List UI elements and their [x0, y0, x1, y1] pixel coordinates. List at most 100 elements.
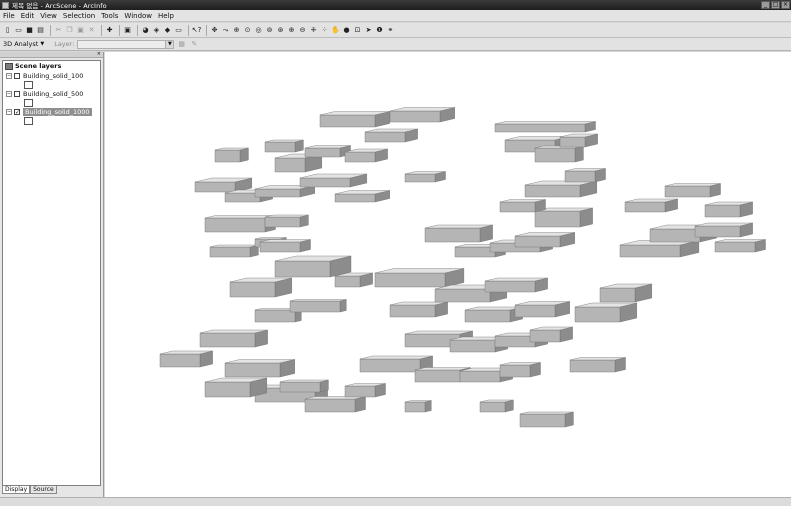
copy-icon[interactable]: ❐ — [65, 26, 74, 35]
building-block — [484, 280, 536, 293]
toc-header: × — [0, 51, 103, 58]
open-icon[interactable]: ▭ — [14, 26, 23, 35]
building-block — [279, 381, 321, 393]
table-of-contents: × Scene layers − Building_solid_100 − Bu… — [0, 51, 104, 497]
print-icon[interactable]: ▤ — [36, 26, 45, 35]
building-block — [704, 204, 741, 218]
building-block — [304, 147, 341, 158]
identify-icon[interactable]: ❶ — [375, 26, 384, 35]
building-block — [464, 309, 511, 323]
building-block — [524, 184, 581, 198]
menu-help[interactable]: Help — [158, 12, 174, 20]
toolbar-separator — [206, 24, 207, 36]
layer-row-building-solid-500[interactable]: − Building_solid_500 — [6, 89, 83, 98]
globe-extent-icon[interactable]: ● — [342, 26, 351, 35]
select-elements-icon[interactable]: ⊡ — [353, 26, 362, 35]
menu-file[interactable]: File — [3, 12, 15, 20]
zoom-in-icon[interactable]: ⊕ — [287, 26, 296, 35]
scene-properties-icon[interactable]: ▣ — [123, 26, 132, 35]
menu-edit[interactable]: Edit — [21, 12, 35, 20]
fly-icon[interactable]: ⤳ — [221, 26, 230, 35]
maximize-button[interactable]: □ — [771, 1, 780, 9]
navigate-icon[interactable]: ✥ — [210, 26, 219, 35]
whats-this-icon[interactable]: ↖? — [192, 26, 202, 35]
zoom-to-target-icon[interactable]: ⊛ — [276, 26, 285, 35]
center-target-icon[interactable]: ⊚ — [265, 26, 274, 35]
arcscene-app-icon — [2, 1, 9, 9]
animation-icon[interactable]: ◆ — [163, 26, 172, 35]
main-toolbar: ▯ ▭ ■ ▤ ✂ ❐ ▣ ✕ ✚ ▣ ◕ ◈ ◆ ▭ ↖? ✥ ⤳ ⊕ ⊙ ◎… — [0, 23, 791, 38]
full-extent-icon[interactable]: ⁘ — [320, 26, 329, 35]
close-button[interactable]: × — [781, 1, 790, 9]
cut-icon[interactable]: ✂ — [54, 26, 63, 35]
building-block — [424, 400, 432, 413]
window-title: 제목 없음 - ArcScene - ArcInfo — [12, 2, 107, 10]
title-bar: 제목 없음 - ArcScene - ArcInfo _ □ × — [0, 0, 791, 10]
close-icon[interactable]: × — [97, 51, 101, 57]
menu-selection[interactable]: Selection — [63, 12, 95, 20]
layer-row-building-solid-100[interactable]: − Building_solid_100 — [6, 71, 83, 80]
3d-analyst-menu[interactable]: 3D Analyst ▼ — [3, 40, 44, 48]
add-data-icon[interactable]: ✚ — [105, 26, 114, 35]
layer-icon[interactable]: ◈ — [152, 26, 161, 35]
toc-tree: Scene layers − Building_solid_100 − Buil… — [2, 60, 101, 486]
set-observer-icon[interactable]: ◎ — [254, 26, 263, 35]
layer-dropdown[interactable]: ▼ — [77, 39, 175, 49]
expand-icon[interactable]: − — [6, 108, 12, 115]
building-block — [564, 411, 574, 428]
minimize-button[interactable]: _ — [761, 1, 770, 9]
new-icon[interactable]: ▯ — [3, 26, 12, 35]
symbol-swatch[interactable] — [24, 117, 33, 125]
building-block — [194, 181, 236, 193]
building-block — [579, 207, 593, 228]
expand-icon[interactable]: − — [6, 72, 12, 79]
building-block — [574, 145, 584, 163]
paste-icon[interactable]: ▣ — [76, 26, 85, 35]
symbol-swatch[interactable] — [24, 99, 33, 107]
contour-icon[interactable]: ▦ — [178, 40, 187, 49]
building-block — [534, 210, 581, 228]
building-block — [229, 281, 276, 298]
building-block — [414, 369, 461, 383]
zoom-out-icon[interactable]: ⊖ — [298, 26, 307, 35]
globe-icon[interactable]: ◕ — [141, 26, 150, 35]
building-block — [359, 358, 421, 373]
building-block — [274, 157, 306, 173]
zoom-in-out-icon[interactable]: ⁜ — [309, 26, 318, 35]
menu-view[interactable]: View — [40, 12, 57, 20]
layer-visibility-checkbox-checked[interactable]: ✓ — [14, 108, 20, 115]
menu-tools[interactable]: Tools — [101, 12, 118, 20]
building-block — [569, 357, 626, 361]
building-block — [619, 244, 681, 258]
building-block — [499, 364, 531, 378]
zoom-window-icon[interactable]: ▭ — [174, 26, 183, 35]
building-block — [499, 201, 536, 213]
find-icon[interactable]: ⚭ — [386, 26, 395, 35]
building-block — [304, 398, 356, 413]
zoom-target-icon[interactable]: ⊙ — [243, 26, 252, 35]
target-center-icon[interactable]: ⊕ — [232, 26, 241, 35]
building-block — [209, 244, 259, 248]
steepest-path-icon[interactable]: ✎ — [191, 40, 200, 49]
toolbar-separator — [50, 24, 51, 36]
building-block — [559, 136, 586, 148]
expand-icon[interactable]: − — [6, 90, 12, 97]
building-block — [434, 288, 491, 303]
tab-display[interactable]: Display — [2, 486, 31, 494]
delete-icon[interactable]: ✕ — [87, 26, 96, 35]
building-block — [424, 224, 493, 229]
tab-source[interactable]: Source — [30, 486, 57, 494]
layer-visibility-checkbox[interactable] — [14, 72, 20, 79]
scene-view[interactable] — [105, 52, 791, 497]
layer-visibility-checkbox[interactable] — [14, 90, 20, 97]
symbol-swatch[interactable] — [24, 81, 33, 89]
select-features-icon[interactable]: ➤ — [364, 26, 373, 35]
building-block — [214, 149, 241, 163]
building-block — [259, 241, 301, 253]
layer-row-building-solid-1000[interactable]: − ✓ Building_solid_1000 — [6, 107, 92, 116]
pan-icon[interactable]: ✋ — [331, 26, 340, 35]
menu-window[interactable]: Window — [124, 12, 152, 20]
scene-layers-root[interactable]: Scene layers — [5, 62, 61, 70]
building-block — [514, 235, 561, 248]
save-icon[interactable]: ■ — [25, 26, 34, 35]
